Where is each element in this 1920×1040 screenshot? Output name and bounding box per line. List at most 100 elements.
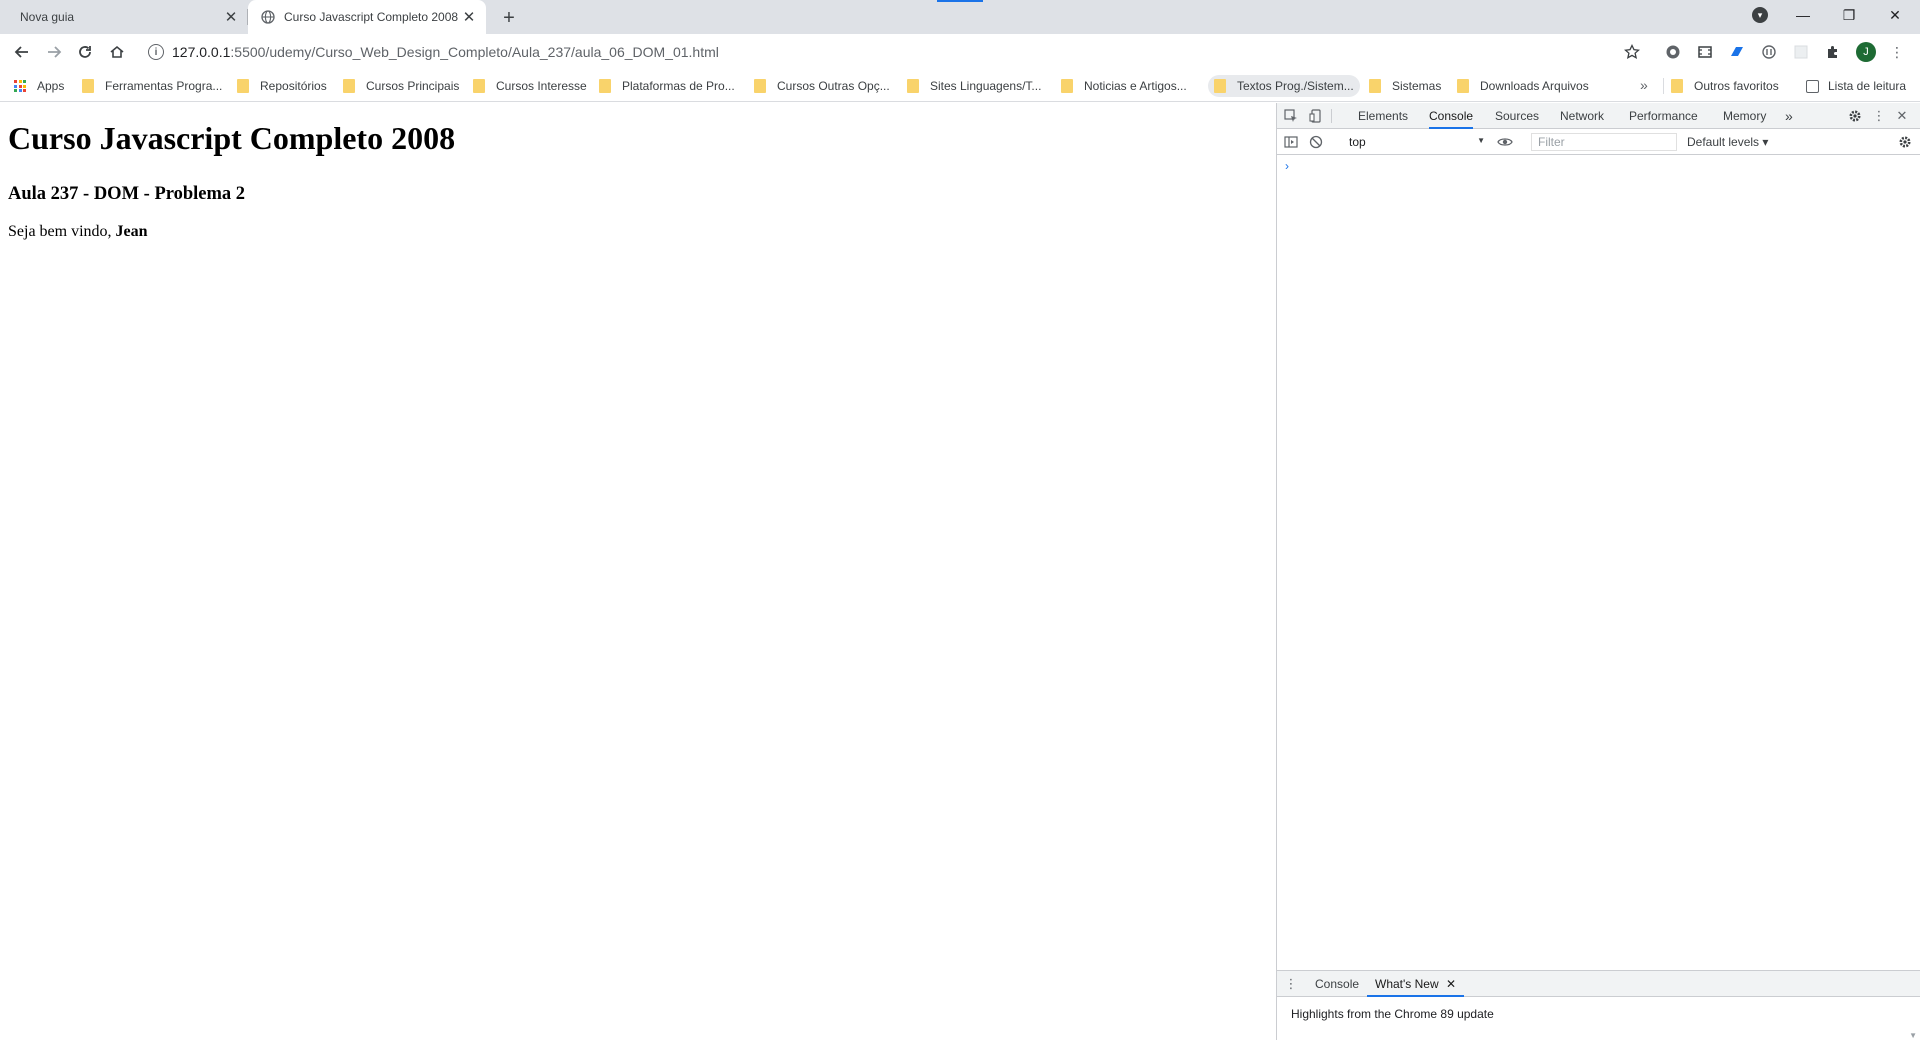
folder-icon [907, 79, 919, 93]
bookmark-label: Cursos Outras Opç... [777, 79, 890, 93]
folder-icon [473, 79, 485, 93]
greeting-text: Seja bem vindo, [8, 223, 116, 240]
reading-list-button[interactable]: Lista de leitura [1800, 75, 1912, 97]
console-settings-gear-icon[interactable] [1897, 134, 1913, 150]
page-viewport: Curso Javascript Completo 2008 Aula 237 … [0, 103, 1276, 1040]
page-subheading: Aula 237 - DOM - Problema 2 [8, 184, 246, 204]
browser-toolbar: i 127.0.0.1:5500/udemy/Curso_Web_Design_… [0, 34, 1920, 70]
bookmark-label: Downloads Arquivos [1480, 79, 1589, 93]
clear-console-icon[interactable] [1308, 134, 1324, 150]
bookmark-label: Ferramentas Progra... [105, 79, 223, 93]
bookmark-folder[interactable]: Cursos Principais [337, 75, 465, 97]
drawer-menu-icon[interactable]: ⋮ [1283, 976, 1299, 992]
folder-icon [82, 79, 94, 93]
close-tab-icon[interactable]: ✕ [220, 6, 242, 28]
bookmark-label: Lista de leitura [1828, 79, 1907, 93]
forward-icon[interactable] [40, 38, 68, 66]
inspect-element-icon[interactable] [1283, 108, 1299, 124]
reading-list-icon [1806, 79, 1819, 93]
devtools-close-icon[interactable]: ✕ [1894, 108, 1910, 124]
close-tab-icon[interactable]: ✕ [458, 6, 480, 28]
page-heading: Curso Javascript Completo 2008 [8, 120, 456, 156]
bookmark-label: Textos Prog./Sistem... [1237, 79, 1354, 93]
whats-new-highlight: Highlights from the Chrome 89 update [1291, 1007, 1494, 1021]
folder-icon [237, 79, 249, 93]
extension-circle-icon[interactable] [1760, 43, 1778, 61]
devtools-drawer: ⋮ Console What's New ✕ Highlights from t… [1277, 970, 1920, 1040]
url-text[interactable]: 127.0.0.1:5500/udemy/Curso_Web_Design_Co… [172, 44, 719, 60]
bookmark-folder[interactable]: Plataformas de Pro... [593, 75, 741, 97]
folder-icon [1457, 79, 1469, 93]
console-sidebar-icon[interactable] [1283, 134, 1299, 150]
bookmark-label: Sites Linguagens/T... [930, 79, 1042, 93]
device-toolbar-icon[interactable] [1308, 108, 1324, 124]
tab-title: Curso Javascript Completo 2008 [284, 10, 458, 24]
extension-globe-icon[interactable] [1664, 43, 1682, 61]
tab-console[interactable]: Console [1429, 103, 1474, 129]
scroll-down-icon[interactable]: ▼ [1909, 1031, 1917, 1040]
log-levels-dropdown[interactable]: Default levels ▾ [1687, 135, 1768, 149]
more-tabs-icon[interactable]: » [1785, 103, 1793, 129]
drawer-tab-label: What's New [1375, 977, 1439, 991]
profile-avatar[interactable]: J [1856, 42, 1876, 62]
tab-elements[interactable]: Elements [1358, 103, 1408, 129]
bookmark-folder[interactable]: Downloads Arquivos [1451, 75, 1595, 97]
tab-memory[interactable]: Memory [1723, 103, 1766, 129]
tab-network[interactable]: Network [1560, 103, 1604, 129]
bookmark-folder[interactable]: Repositórios [231, 75, 333, 97]
bookmark-other-favorites[interactable]: Outros favoritos [1665, 75, 1785, 97]
bookmark-folder[interactable]: Noticias e Artigos... [1055, 75, 1193, 97]
tab-sources[interactable]: Sources [1495, 103, 1539, 129]
tab-search-icon[interactable]: ▾ [1752, 7, 1768, 23]
devtools-menu-icon[interactable]: ⋮ [1871, 108, 1887, 124]
drawer-tab-whats-new[interactable]: What's New ✕ [1367, 971, 1465, 997]
new-tab-button[interactable]: + [496, 5, 522, 31]
extension-blue-icon[interactable] [1728, 43, 1746, 61]
folder-icon [599, 79, 611, 93]
screen-capture-icon[interactable] [1696, 43, 1714, 61]
reload-icon[interactable] [71, 38, 99, 66]
minimize-button[interactable]: — [1780, 0, 1826, 30]
bookmark-folder[interactable]: Sistemas [1363, 75, 1447, 97]
bookmark-apps[interactable]: Apps [8, 75, 70, 97]
restore-button[interactable]: ❐ [1826, 0, 1872, 30]
extensions-puzzle-icon[interactable] [1824, 43, 1842, 61]
console-prompt[interactable]: › [1285, 159, 1289, 173]
bookmark-label: Repositórios [260, 79, 327, 93]
tab-performance[interactable]: Performance [1629, 103, 1698, 129]
globe-icon [260, 9, 276, 25]
bookmark-folder[interactable]: Textos Prog./Sistem... [1208, 75, 1360, 97]
settings-gear-icon[interactable] [1847, 108, 1863, 124]
drawer-tab-console[interactable]: Console [1315, 971, 1359, 997]
devtools-separator [1331, 109, 1332, 123]
console-filter-input[interactable]: Filter [1531, 133, 1677, 151]
bookmarks-overflow-icon[interactable]: » [1640, 77, 1648, 93]
close-icon[interactable]: ✕ [1446, 977, 1456, 991]
bookmark-label: Plataformas de Pro... [622, 79, 735, 93]
context-value: top [1349, 135, 1366, 149]
extension-blank-icon[interactable] [1792, 43, 1810, 61]
url-host: 127.0.0.1 [172, 44, 231, 60]
folder-icon [343, 79, 355, 93]
bookmark-label: Apps [37, 79, 65, 93]
site-info-icon[interactable]: i [148, 44, 164, 60]
chrome-menu-icon[interactable]: ⋮ [1888, 43, 1906, 61]
bookmark-label: Outros favoritos [1694, 79, 1779, 93]
bookmark-star-icon[interactable] [1623, 43, 1641, 61]
window-close-button[interactable]: ✕ [1872, 0, 1918, 30]
tab-curso-javascript[interactable]: Curso Javascript Completo 2008 ✕ [248, 0, 486, 34]
live-expression-eye-icon[interactable] [1497, 134, 1513, 150]
execution-context-select[interactable]: top ▼ [1349, 135, 1485, 149]
user-name: Jean [115, 223, 148, 240]
back-icon[interactable] [8, 38, 36, 66]
address-bar[interactable]: i 127.0.0.1:5500/udemy/Curso_Web_Design_… [140, 37, 1640, 67]
folder-icon [1214, 79, 1226, 93]
bookmark-folder[interactable]: Ferramentas Progra... [76, 75, 228, 97]
bookmarks-divider [1663, 78, 1664, 94]
bookmark-folder[interactable]: Cursos Outras Opç... [748, 75, 896, 97]
bookmark-folder[interactable]: Sites Linguagens/T... [901, 75, 1047, 97]
devtools-panel: Elements Console Sources Network Perform… [1276, 103, 1920, 1040]
bookmark-folder[interactable]: Cursos Interesse [467, 75, 593, 97]
home-icon[interactable] [103, 38, 131, 66]
tab-nova-guia[interactable]: Nova guia ✕ [8, 0, 248, 34]
